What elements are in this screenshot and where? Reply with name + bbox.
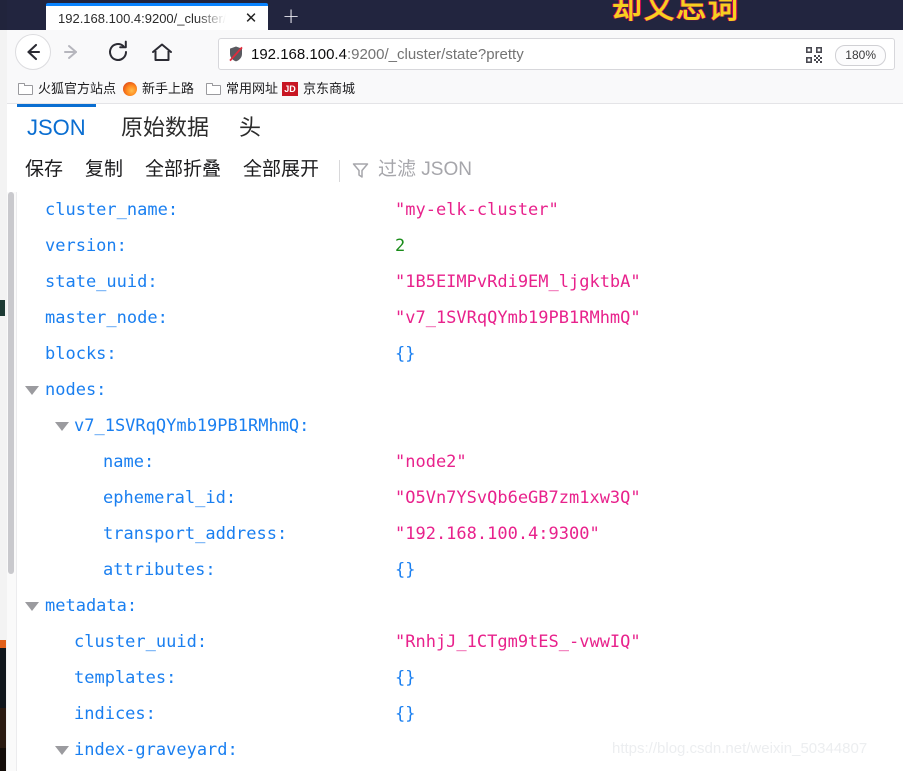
json-key: cluster_uuid: <box>74 632 208 652</box>
copy-button[interactable]: 复制 <box>79 154 129 186</box>
json-viewer-tabs: JSON 原始数据 头 <box>7 104 903 149</box>
filter-placeholder: 过滤 JSON <box>378 159 472 180</box>
json-value: "1B5EIMPvRdi9EM_ljgktbA" <box>395 272 641 292</box>
json-key: metadata: <box>45 596 138 616</box>
qr-code-icon[interactable] <box>806 47 822 63</box>
reload-button[interactable] <box>104 38 132 66</box>
home-icon <box>152 43 172 61</box>
tab-headers[interactable]: 头 <box>229 104 271 148</box>
browser-tab[interactable]: 192.168.100.4:9200/_cluster/stat ✕ <box>46 3 268 30</box>
browser-window: 却又忘词 192.168.100.4:9200/_cluster/stat ✕ … <box>0 0 903 771</box>
chevron-down-icon[interactable] <box>25 602 39 611</box>
expand-all-button[interactable]: 全部展开 <box>237 154 325 186</box>
json-row: v7_1SVRqQYmb19PB1RMhmQ: <box>7 408 903 444</box>
json-row: templates: {} <box>7 660 903 696</box>
tab-json[interactable]: JSON <box>17 104 96 148</box>
json-value: "192.168.100.4:9300" <box>395 524 600 544</box>
json-key: blocks: <box>45 344 117 364</box>
json-content-panel: cluster_name: "my-elk-cluster" version: 2 st… <box>7 192 903 771</box>
json-key: transport_address: <box>103 524 288 544</box>
json-value: {} <box>395 668 416 688</box>
json-value: {} <box>395 560 416 580</box>
json-key: state_uuid: <box>45 272 158 292</box>
bookmark-item[interactable]: 新手上路 <box>120 78 197 100</box>
forward-button[interactable] <box>59 38 87 66</box>
new-tab-button[interactable]: + <box>279 4 303 28</box>
bookmark-item[interactable]: JD 京东商城 <box>279 78 358 100</box>
json-value: {} <box>395 344 416 364</box>
bookmark-item[interactable]: 常用网址 <box>203 78 281 100</box>
json-value: "my-elk-cluster" <box>395 200 559 220</box>
json-key: templates: <box>74 668 177 688</box>
bookmark-item[interactable]: 火狐官方站点 <box>15 78 119 100</box>
json-row: state_uuid: "1B5EIMPvRdi9EM_ljgktbA" <box>7 264 903 300</box>
bookmark-label: 火狐官方站点 <box>38 81 117 96</box>
save-button[interactable]: 保存 <box>19 154 69 186</box>
json-key: index-graveyard: <box>74 740 238 760</box>
json-value: "O5Vn7YSvQb6eGB7zm1xw3Q" <box>395 488 641 508</box>
json-key: attributes: <box>103 560 216 580</box>
json-key: nodes: <box>45 380 107 400</box>
json-key: name: <box>103 452 155 472</box>
json-row: cluster_name: "my-elk-cluster" <box>7 192 903 228</box>
desktop-edge-strip <box>0 0 7 771</box>
json-key: version: <box>45 236 127 256</box>
reload-icon <box>109 40 127 61</box>
json-value: "node2" <box>395 452 467 472</box>
url-text: 192.168.100.4:9200/_cluster/state?pretty <box>251 44 524 65</box>
bookmark-label: 常用网址 <box>226 81 279 96</box>
json-key: cluster_name: <box>45 200 179 220</box>
url-host: 192.168.100.4 <box>251 46 347 63</box>
json-row: master_node: "v7_1SVRqQYmb19PB1RMhmQ" <box>7 300 903 336</box>
home-button[interactable] <box>148 38 176 66</box>
zoom-level-badge[interactable]: 180% <box>835 45 886 66</box>
folder-icon <box>18 83 33 95</box>
bookmarks-bar: 火狐官方站点 新手上路 常用网址 JD 京东商城 <box>7 75 903 104</box>
json-toolbar: 保存 复制 全部折叠 全部展开 过滤 JSON <box>7 148 903 193</box>
json-value: "RnhjJ_1CTgm9tES_-vwwIQ" <box>395 632 641 652</box>
json-row: version: 2 <box>7 228 903 264</box>
json-row: ephemeral_id: "O5Vn7YSvQb6eGB7zm1xw3Q" <box>7 480 903 516</box>
folder-icon <box>206 83 221 95</box>
bookmark-label: 京东商城 <box>303 81 356 96</box>
chevron-down-icon[interactable] <box>55 746 69 755</box>
url-path: :9200/_cluster/state?pretty <box>346 46 524 63</box>
json-value: {} <box>395 704 416 724</box>
bookmark-label: 新手上路 <box>142 81 195 96</box>
title-bar: 却又忘词 192.168.100.4:9200/_cluster/stat ✕ … <box>7 0 903 30</box>
chevron-down-icon[interactable] <box>25 386 39 395</box>
json-value: 2 <box>395 236 406 256</box>
back-arrow-icon <box>27 43 41 61</box>
funnel-icon <box>352 162 369 178</box>
json-key: v7_1SVRqQYmb19PB1RMhmQ: <box>74 416 310 436</box>
json-row: cluster_uuid: "RnhjJ_1CTgm9tES_-vwwIQ" <box>7 624 903 660</box>
json-row: indices: {} <box>7 696 903 732</box>
firefox-icon <box>123 82 137 96</box>
json-row: index-graveyard: <box>7 732 903 768</box>
json-row: nodes: <box>7 372 903 408</box>
filter-json-input[interactable]: 过滤 JSON <box>351 156 472 184</box>
json-row: attributes: {} <box>7 552 903 588</box>
back-button[interactable] <box>15 34 51 70</box>
json-key: indices: <box>74 704 156 724</box>
toolbar-divider <box>339 160 340 182</box>
json-value: "v7_1SVRqQYmb19PB1RMhmQ" <box>395 308 641 328</box>
shield-disabled-icon[interactable] <box>227 45 245 63</box>
json-key: master_node: <box>45 308 168 328</box>
json-row: metadata: <box>7 588 903 624</box>
collapse-all-button[interactable]: 全部折叠 <box>139 154 227 186</box>
tab-title: 192.168.100.4:9200/_cluster/stat <box>58 11 226 26</box>
json-row: name: "node2" <box>7 444 903 480</box>
json-key: ephemeral_id: <box>103 488 237 508</box>
tab-raw-data[interactable]: 原始数据 <box>111 104 219 148</box>
jd-icon: JD <box>282 82 298 96</box>
overlay-caption: 却又忘词 <box>612 0 740 26</box>
json-row: blocks: {} <box>7 336 903 372</box>
chevron-down-icon[interactable] <box>55 422 69 431</box>
json-row: transport_address: "192.168.100.4:9300" <box>7 516 903 552</box>
address-bar[interactable]: 192.168.100.4:9200/_cluster/state?pretty… <box>218 38 895 70</box>
forward-arrow-icon <box>64 45 77 59</box>
close-icon[interactable]: ✕ <box>242 9 260 27</box>
